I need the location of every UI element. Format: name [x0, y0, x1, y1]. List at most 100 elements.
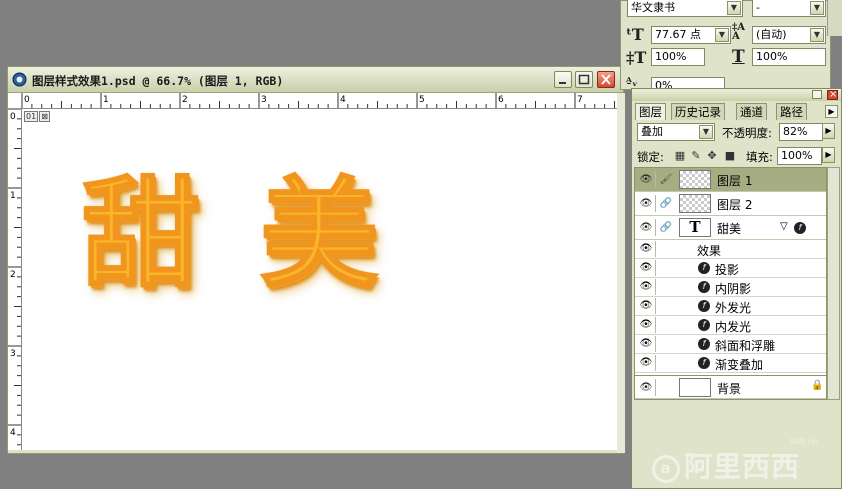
effect-row[interactable]: 👁 f 内阴影 — [635, 278, 826, 297]
background-layer-row[interactable]: 👁 背景 🔒 — [635, 375, 826, 399]
layer-thumbnail — [679, 194, 711, 213]
tab-layers[interactable]: 图层 — [635, 103, 666, 120]
lock-transparency-icon[interactable]: ▦ — [674, 150, 686, 162]
ruler-label: 2 — [182, 95, 188, 105]
layer-thumbnail — [679, 170, 711, 189]
layer-effects-icon: f — [794, 222, 806, 234]
font-style-select[interactable]: - ▼ — [752, 0, 826, 17]
opacity-slider-arrow-icon[interactable]: ▶ — [822, 123, 835, 139]
effect-row[interactable]: 👁 f 渐变叠加 — [635, 354, 826, 373]
effect-name: 渐变叠加 — [715, 358, 764, 372]
effect-row[interactable]: 👁 f 外发光 — [635, 297, 826, 316]
fill-field[interactable]: 100% — [777, 147, 822, 165]
lock-icon: 🔒 — [811, 380, 824, 391]
vertical-ruler[interactable]: 0 1 2 3 4 — [8, 108, 22, 450]
horizontal-ruler[interactable]: 0 1 2 3 4 5 6 7 — [21, 93, 617, 109]
eye-icon[interactable]: 👁 — [637, 355, 656, 371]
maximize-button[interactable] — [575, 71, 593, 88]
ruler-label: 7 — [577, 95, 583, 105]
effect-icon: f — [698, 357, 710, 369]
artwork: 甜美 — [81, 159, 439, 309]
eye-icon[interactable]: 👁 — [637, 195, 656, 212]
eye-icon[interactable]: 👁 — [637, 171, 656, 188]
vertical-scale-field[interactable]: 100% — [651, 48, 705, 66]
effects-expand-triangle-icon[interactable]: ▽ — [780, 221, 788, 232]
eye-icon[interactable]: 👁 — [637, 317, 656, 333]
document-vertical-scrollbar[interactable] — [617, 93, 625, 453]
link-icon[interactable]: 🔗 — [657, 195, 675, 212]
eye-icon[interactable]: 👁 — [637, 336, 656, 352]
brush-icon: 🖌 — [659, 174, 673, 185]
layer-row[interactable]: 👁 🖌 图层 1 — [635, 168, 826, 192]
document-titlebar[interactable]: 图层样式效果1.psd @ 66.7% (图层 1, RGB) — [8, 67, 623, 93]
effect-name: 投影 — [715, 263, 740, 277]
chevron-down-icon[interactable]: ▼ — [727, 1, 741, 15]
opacity-field[interactable]: 82% — [779, 123, 823, 141]
layers-list-scrollbar[interactable] — [827, 167, 840, 400]
document-canvas[interactable]: 01 ⊠ 甜美 — [22, 109, 617, 450]
horizontal-scale-icon: T — [732, 47, 745, 67]
document-window[interactable]: 图层样式效果1.psd @ 66.7% (图层 1, RGB) 01234 5 6 7… — [7, 66, 625, 454]
watermark-logo: a — [652, 455, 680, 483]
ruler-label: 6 — [498, 95, 504, 105]
character-panel: 华文隶书 ▼ - ▼ ᵗT 77.67 点 ▼ ‡A A (自动) ▼ ‡T 10… — [620, 0, 831, 91]
fill-slider-arrow-icon[interactable]: ▶ — [822, 147, 835, 163]
panel-menu-arrow-icon[interactable]: ▶ — [825, 105, 838, 118]
eye-icon[interactable]: 👁 — [637, 219, 656, 236]
blend-mode-select[interactable]: 叠加 ▼ — [637, 123, 715, 141]
eye-icon[interactable]: 👁 — [637, 298, 656, 314]
chevron-down-icon[interactable]: ▼ — [715, 28, 729, 42]
vertical-scale-icon: ‡T — [626, 48, 647, 67]
lock-image-brush-icon[interactable]: ✎ — [690, 150, 702, 162]
minimize-button[interactable] — [554, 71, 572, 88]
effect-name: 内发光 — [715, 320, 752, 334]
eye-icon[interactable]: 👁 — [637, 279, 656, 295]
chevron-down-icon[interactable]: ▼ — [810, 28, 824, 42]
ruler-label: 1 — [103, 95, 109, 105]
font-size-field[interactable]: 77.67 点 ▼ — [651, 26, 731, 44]
close-button[interactable] — [597, 71, 615, 88]
effect-icon: f — [698, 281, 710, 293]
chevron-down-icon[interactable]: ▼ — [810, 1, 824, 15]
eye-icon[interactable]: 👁 — [637, 260, 656, 276]
layer-name: 图层 1 — [717, 174, 753, 188]
panel-minimize-button[interactable] — [812, 90, 822, 99]
layer-row[interactable]: 👁 🔗 图层 2 — [635, 192, 826, 216]
horizontal-ruler-ticks: 0 1 2 3 4 5 6 7 — [21, 93, 615, 108]
eye-icon[interactable]: 👁 — [637, 241, 656, 257]
tab-paths[interactable]: 路径 — [776, 103, 807, 120]
slice-icon: ⊠ — [39, 111, 50, 122]
horizontal-scale-field[interactable]: 100% — [752, 48, 826, 66]
font-style-value: - — [756, 1, 760, 14]
character-panel-scrollbar[interactable] — [827, 0, 842, 36]
lock-all-icon[interactable]: ■ — [724, 150, 736, 162]
tab-history[interactable]: 历史记录 — [671, 103, 725, 120]
lock-position-move-icon[interactable]: ✥ — [706, 150, 718, 162]
effects-header-row[interactable]: 👁 效果 — [635, 240, 826, 259]
effect-name: 内阴影 — [715, 282, 752, 296]
close-icon — [601, 74, 611, 85]
tab-channels[interactable]: 通道 — [736, 103, 767, 120]
ruler-label: 5 — [419, 95, 425, 105]
layer-row[interactable]: 👁 🔗 T 甜美 ▽ f — [635, 216, 826, 240]
ruler-origin[interactable] — [8, 93, 21, 108]
eye-icon[interactable]: 👁 — [637, 379, 656, 396]
ruler-label: 3 — [261, 95, 267, 105]
font-size-icon: ᵗT — [626, 25, 644, 44]
effect-name: 外发光 — [715, 301, 752, 315]
font-family-select[interactable]: 华文隶书 ▼ — [627, 0, 743, 17]
chevron-down-icon[interactable]: ▼ — [699, 125, 713, 139]
layers-list[interactable]: 👁 🖌 图层 1 👁 🔗 图层 2 👁 🔗 T 甜美 ▽ f 👁 效果 👁 f … — [634, 167, 827, 400]
leading-field[interactable]: (自动) ▼ — [752, 26, 826, 44]
leading-icon: ‡A A — [732, 22, 745, 42]
fill-label: 填充: — [746, 150, 773, 164]
effect-row[interactable]: 👁 f 斜面和浮雕 — [635, 335, 826, 354]
effect-row[interactable]: 👁 f 内发光 — [635, 316, 826, 335]
panel-close-button[interactable] — [827, 90, 838, 100]
link-icon[interactable]: 🔗 — [657, 219, 675, 236]
artwork-text: 甜美 — [81, 164, 439, 304]
link-cell[interactable] — [657, 379, 675, 396]
ruler-label: 1 — [10, 191, 16, 201]
effect-row[interactable]: 👁 f 投影 — [635, 259, 826, 278]
layers-panel-titlebar[interactable] — [632, 89, 841, 101]
